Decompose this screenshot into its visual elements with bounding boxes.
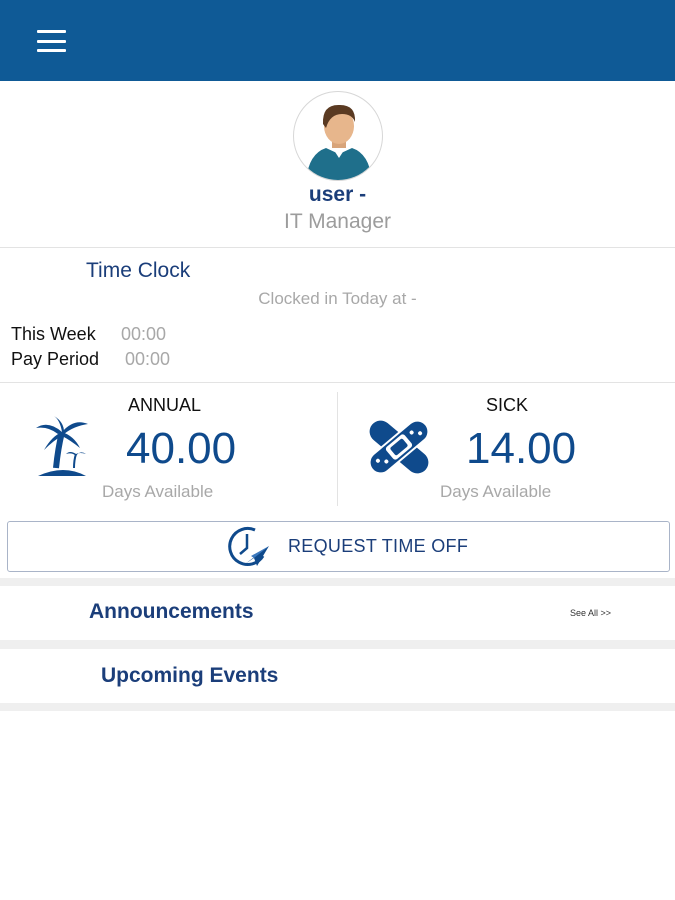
divider [0,247,675,248]
see-all-link[interactable]: See All >> [570,608,611,618]
request-time-off-button[interactable]: REQUEST TIME OFF [7,521,670,572]
sick-days-label: Days Available [440,482,552,501]
user-name: user - [308,183,367,206]
sick-leave-panel[interactable]: SICK 14.00 Days Available [338,384,675,506]
pay-period-label: Pay Period [11,349,100,369]
announcements-title: Announcements [89,600,254,623]
top-app-bar [0,0,675,81]
annual-days-label: Days Available [102,482,214,501]
time-clock-title[interactable]: Time Clock [86,259,190,283]
section-separator [0,703,675,711]
request-time-off-label: REQUEST TIME OFF [288,536,469,556]
user-role: IT Manager [284,210,391,233]
clock-plane-icon [225,524,271,570]
pay-period-value: 00:00 [125,349,171,369]
annual-label: ANNUAL [128,395,202,415]
palm-tree-icon [34,414,90,480]
hamburger-menu-icon[interactable] [37,30,66,52]
clocked-in-status: Clocked in Today at - [258,289,417,308]
divider [0,382,675,383]
section-separator [0,640,675,649]
section-separator [0,578,675,586]
upcoming-events-card[interactable]: Upcoming Events [0,649,675,703]
sick-days-value: 14.00 [466,424,577,473]
bandage-icon [362,416,436,478]
annual-leave-panel[interactable]: ANNUAL 40.00 Days Available [0,384,337,506]
annual-days-value: 40.00 [126,424,237,473]
user-avatar-icon [293,91,383,181]
this-week-value: 00:00 [121,324,167,344]
sick-label: SICK [486,395,529,415]
this-week-label: This Week [11,324,96,344]
upcoming-events-title: Upcoming Events [101,664,279,687]
announcements-card[interactable]: Announcements See All >> [0,586,675,640]
